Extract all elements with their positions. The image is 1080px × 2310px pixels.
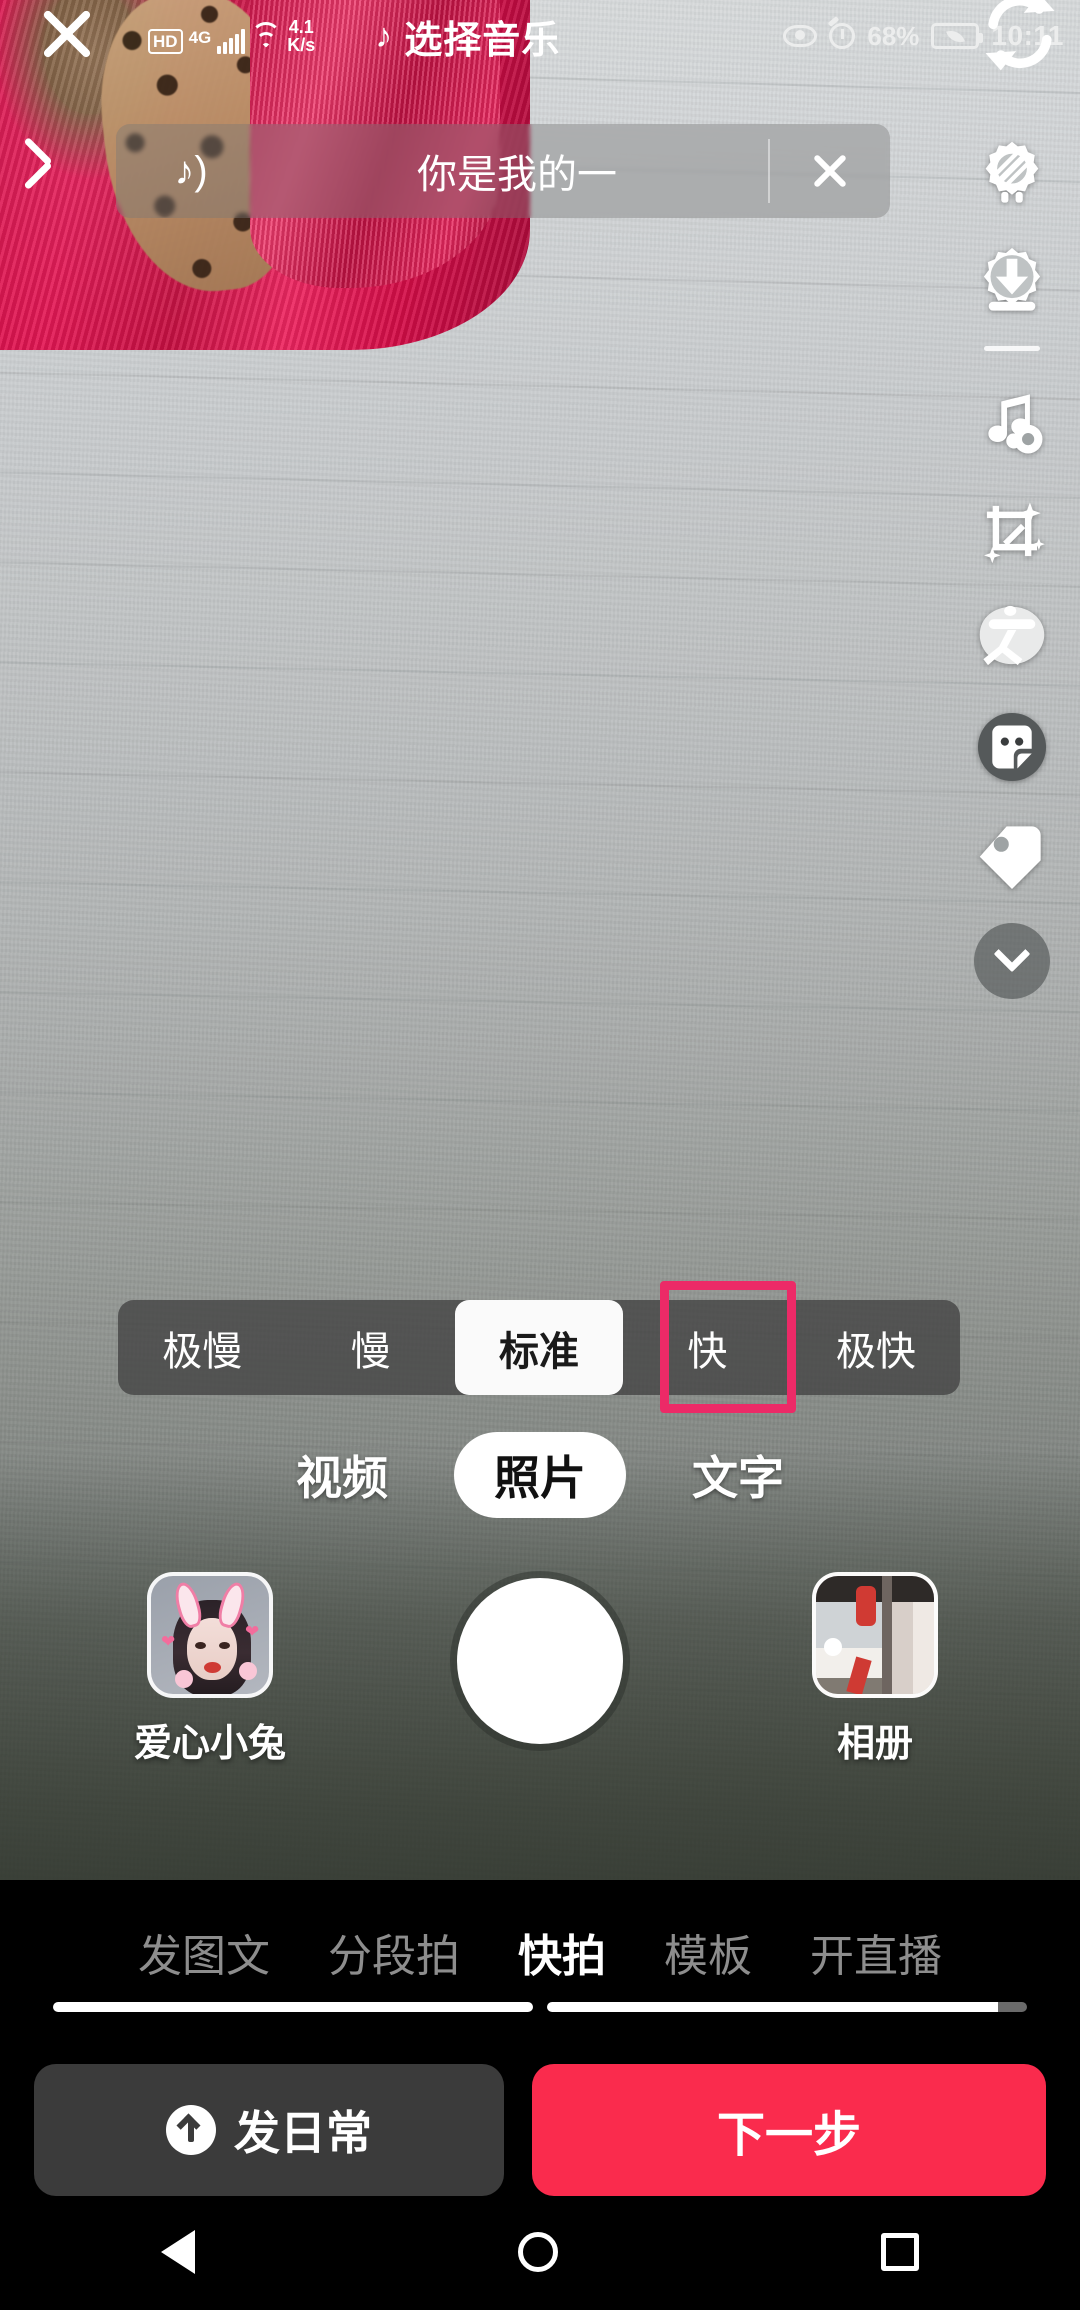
- network-type-label: 4G: [188, 28, 212, 48]
- speed-option-1[interactable]: 慢: [286, 1300, 454, 1395]
- speed-option-3[interactable]: 快: [623, 1300, 791, 1395]
- nav-recent-icon[interactable]: [880, 2233, 919, 2271]
- alarm-clock-icon: [829, 23, 856, 49]
- eye-icon: [783, 25, 818, 47]
- status-bar: HD 4G 4.1 K/s ♪ 选择音乐 68% 10:11: [0, 0, 1080, 72]
- mode-tab-1[interactable]: 照片: [454, 1432, 626, 1518]
- speed-option-label: 慢: [350, 1329, 391, 1374]
- speed-option-4[interactable]: 极快: [792, 1300, 960, 1395]
- flash-off-icon[interactable]: [957, 120, 1067, 228]
- capture-row: ❤ ❤ 爱心小兔 相册: [0, 1572, 1080, 1822]
- scroll-indicator-right: [547, 2002, 1027, 2012]
- scroll-indicators: [0, 2002, 1080, 2012]
- album-button[interactable]: 相册: [775, 1572, 975, 1767]
- speed-option-label: 标准: [499, 1329, 580, 1374]
- mode-tab-0[interactable]: 视频: [270, 1432, 414, 1518]
- close-button[interactable]: [30, 0, 104, 70]
- speed-option-2[interactable]: 标准: [454, 1300, 624, 1395]
- capture-nav-tab-3[interactable]: 模板: [664, 1920, 752, 1984]
- nav-back-icon[interactable]: [161, 2230, 196, 2274]
- shutter-button[interactable]: [457, 1578, 623, 1744]
- capture-nav-tab-1[interactable]: 分段拍: [328, 1920, 460, 1984]
- battery-eco-icon: [931, 23, 984, 49]
- capture-nav-tab-4[interactable]: 开直播: [810, 1920, 942, 1984]
- capture-nav-tab-0[interactable]: 发图文: [138, 1920, 270, 1984]
- speed-selector[interactable]: 极慢 慢 标准 快 极快: [118, 1300, 960, 1395]
- post-daily-label: 发日常: [234, 2107, 372, 2159]
- battery-percent: 68%: [867, 20, 920, 51]
- music-note-icon: ♪: [375, 16, 393, 55]
- album-thumbnail: [812, 1572, 938, 1698]
- sticker-icon[interactable]: [957, 693, 1067, 801]
- remove-music-button[interactable]: [770, 148, 890, 194]
- chevron-down-icon[interactable]: [974, 923, 1050, 999]
- arrow-up-circle-icon: [166, 2105, 216, 2155]
- scroll-indicator-left: [53, 2002, 533, 2012]
- action-buttons: 发日常 下一步: [0, 2012, 1080, 2196]
- system-navigation-bar: [0, 2194, 1080, 2310]
- hd-badge: HD: [148, 29, 183, 55]
- network-speed-unit: K/s: [287, 35, 316, 55]
- filter-button[interactable]: ❤ ❤ 爱心小兔: [110, 1572, 310, 1767]
- tag-icon[interactable]: [957, 801, 1067, 909]
- filter-thumbnail: ❤ ❤: [147, 1572, 273, 1698]
- sync-refresh-icon[interactable]: [974, 0, 1066, 78]
- choose-music-entry[interactable]: ♪ 选择音乐: [375, 9, 560, 64]
- next-step-label: 下一步: [716, 2109, 861, 2162]
- next-step-button[interactable]: 下一步: [532, 2064, 1046, 2196]
- beautify-crop-icon[interactable]: [957, 477, 1067, 585]
- capture-nav-tab-2[interactable]: 快拍: [518, 1920, 606, 1984]
- filter-label: 爱心小兔: [133, 1723, 286, 1765]
- signal-bars-icon: [217, 28, 246, 55]
- camera-screen: HD 4G 4.1 K/s ♪ 选择音乐 68% 10:11 ♪) 你是我的一 …: [0, 0, 1080, 2310]
- text-icon[interactable]: [957, 585, 1067, 693]
- speed-option-label: 极慢: [162, 1329, 243, 1374]
- album-label: 相册: [836, 1723, 913, 1765]
- network-speed-value: 4.1: [288, 16, 314, 37]
- choose-music-label: 选择音乐: [404, 19, 561, 62]
- selected-music-pill[interactable]: ♪) 你是我的一: [116, 124, 890, 218]
- wifi-icon: [251, 22, 282, 54]
- speed-option-label: 快: [687, 1329, 728, 1374]
- mode-tabs[interactable]: 视频 照片 文字: [0, 1432, 1080, 1518]
- speed-option-label: 极快: [835, 1329, 916, 1374]
- music-note-icon: ♪): [174, 148, 208, 193]
- bottom-panel: 发图文 分段拍 快拍 模板 开直播 发日常 下一步: [0, 1880, 1080, 2310]
- download-save-icon[interactable]: [957, 228, 1067, 336]
- network-speed: 4.1 K/s: [287, 16, 316, 55]
- music-bar: ♪) 你是我的一: [23, 124, 890, 218]
- tool-rail: [952, 120, 1072, 999]
- music-title: 你是我的一: [417, 153, 617, 197]
- capture-mode-nav[interactable]: 发图文 分段拍 快拍 模板 开直播: [0, 1880, 1080, 1984]
- post-daily-button[interactable]: 发日常: [34, 2064, 504, 2196]
- rail-divider: [984, 346, 1040, 351]
- music-settings-icon[interactable]: [957, 369, 1067, 477]
- nav-home-icon[interactable]: [517, 2232, 558, 2272]
- speed-option-0[interactable]: 极慢: [118, 1300, 286, 1395]
- mode-tab-2[interactable]: 文字: [666, 1432, 810, 1518]
- back-chevron-icon[interactable]: [23, 136, 100, 202]
